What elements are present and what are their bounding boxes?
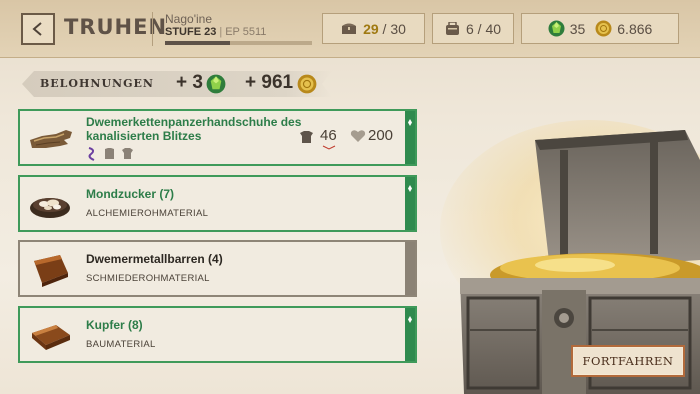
metal-ingot-icon	[26, 249, 78, 289]
armor-value: 46	[320, 127, 337, 144]
rewards-label: BELOHNUNGEN	[40, 77, 154, 90]
reward-gold-value: + 961	[245, 72, 294, 93]
item-name: Dwemermetallbarren (4)	[86, 252, 223, 266]
item-name: Kupfer (8)	[86, 318, 143, 332]
top-bar: TRUHEN Nago'ine STUFE 23 | EP 5511 29 / 30…	[0, 0, 700, 58]
copper-ingot-icon	[26, 315, 78, 355]
gem-icon	[206, 74, 226, 99]
item-category: BAUMATERIAL	[86, 339, 156, 350]
player-stats: STUFE 23 | EP 5511	[165, 26, 267, 38]
inventory-counter[interactable]: 6 / 40	[432, 13, 514, 44]
continue-button[interactable]: FORTFAHREN	[571, 345, 685, 377]
chevron-left-icon	[32, 22, 42, 36]
item-rarity-indicator	[405, 242, 415, 295]
player-name: Nago'ine	[165, 12, 212, 26]
xp-progress-fill	[165, 41, 230, 45]
item-category: ALCHEMIEROHMATERIAL	[86, 208, 209, 219]
stat-decrease-indicator	[322, 145, 336, 150]
armor-slot-icon	[122, 148, 133, 159]
xp-progress-bar	[165, 41, 312, 45]
heart-icon	[350, 130, 366, 142]
enchantment-icon	[88, 147, 95, 161]
gem-value: 35	[569, 20, 586, 37]
chest-counter[interactable]: 29 / 30	[322, 13, 425, 44]
currency-counter[interactable]: 35 6.866	[521, 13, 679, 44]
armor-icon	[300, 131, 313, 143]
backpack-icon	[445, 21, 460, 36]
moon-sugar-icon	[26, 184, 78, 224]
level-label: STUFE 23	[165, 26, 217, 38]
chest-icon	[341, 22, 357, 35]
item-name-line2: kanalisierten Blitzes	[86, 129, 202, 143]
item-rarity-indicator	[405, 111, 415, 164]
chests-current: 29	[363, 20, 379, 37]
item-name: Dwemerkettenpanzerhandschuhe des	[86, 115, 302, 129]
gold-coin-icon	[595, 20, 612, 37]
armor-type-icon	[105, 148, 114, 159]
ep-label: EP 5511	[225, 26, 267, 38]
gold-coin-icon	[297, 74, 317, 99]
reward-item-dwemer-bars[interactable]: Dwemermetallbarren (4) SCHMIEDEROHMATERI…	[18, 240, 417, 297]
item-category: SCHMIEDEROHMATERIAL	[86, 273, 210, 284]
durability-value: 200	[368, 127, 394, 144]
reward-item-copper[interactable]: Kupfer (8) BAUMATERIAL	[18, 306, 417, 363]
inventory-value: 6 / 40	[465, 20, 502, 37]
item-rarity-indicator	[405, 177, 415, 230]
back-button[interactable]	[21, 13, 55, 45]
reward-gems-value: + 3	[176, 72, 203, 93]
chests-max: / 30	[382, 20, 406, 37]
gauntlet-icon	[26, 118, 78, 158]
item-name: Mondzucker (7)	[86, 187, 175, 201]
item-rarity-indicator	[405, 308, 415, 361]
gold-value: 6.866	[617, 20, 653, 37]
reward-item-gauntlets[interactable]: Dwemerkettenpanzerhandschuhe des kanalis…	[18, 109, 417, 166]
gem-icon	[548, 20, 565, 37]
divider	[152, 12, 153, 46]
trait-icons	[86, 147, 134, 161]
reward-item-moon-sugar[interactable]: Mondzucker (7) ALCHEMIEROHMATERIAL	[18, 175, 417, 232]
